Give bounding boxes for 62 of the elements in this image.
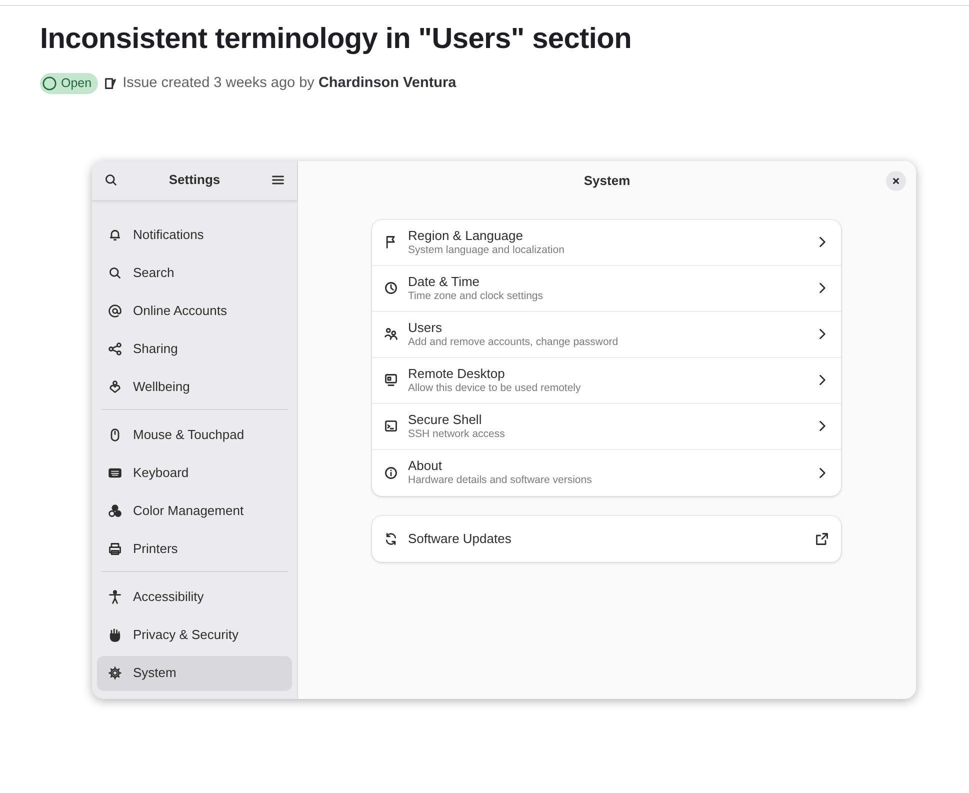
sidebar-item[interactable]: Notifications: [97, 218, 292, 253]
row-title: About: [408, 458, 443, 474]
close-button[interactable]: [886, 170, 906, 191]
search-icon: [108, 266, 122, 280]
row-title: Users: [408, 320, 443, 336]
sidebar-item[interactable]: Online Accounts: [97, 294, 292, 329]
row-subtitle: Time zone and clock settings: [408, 290, 544, 302]
at-sign-icon: [108, 304, 122, 318]
mouse-icon: [108, 428, 122, 442]
settings-row[interactable]: Software Updates: [372, 516, 841, 562]
row-title: Remote Desktop: [408, 366, 506, 382]
settings-row[interactable]: Date & Time Time zone and clock settings: [372, 266, 841, 312]
sidebar-item[interactable]: Search: [97, 256, 292, 291]
users-icon: [384, 327, 398, 342]
row-subtitle: Add and remove accounts, change password: [408, 336, 620, 348]
person-heart-icon: [108, 380, 122, 394]
sidebar-title: Settings: [168, 171, 220, 190]
sidebar-item[interactable]: Color Management: [97, 494, 292, 529]
external-link-icon: [815, 532, 829, 546]
row-subtitle: System language and localization: [408, 244, 566, 256]
status-badge: Open: [40, 73, 98, 94]
keyboard-icon: [108, 466, 122, 480]
settings-row[interactable]: Remote Desktop Allow this device to be used remotely: [372, 358, 841, 404]
sidebar-item[interactable]: System: [97, 656, 292, 691]
settings-row[interactable]: Region & Language System language and localization: [372, 220, 841, 266]
sidebar-item[interactable]: Keyboard: [97, 456, 292, 491]
settings-row[interactable]: Secure Shell SSH network access: [372, 404, 841, 450]
issue-title: Inconsistent terminology in "Users" section: [40, 22, 632, 57]
search-icon: [104, 172, 118, 187]
clock-icon: [384, 281, 398, 296]
sidebar-item[interactable]: Printers: [97, 532, 292, 567]
sidebar-item[interactable]: Sharing: [97, 332, 292, 367]
sidebar-item[interactable]: Privacy & Security: [97, 618, 292, 653]
sidebar-item[interactable]: Accessibility: [97, 580, 292, 615]
circles-icon: [108, 504, 122, 518]
close-icon: [891, 176, 901, 186]
monitor-icon: [384, 373, 398, 388]
flag-icon: [384, 235, 398, 250]
author-link[interactable]: Chardinson Ventura: [318, 72, 456, 95]
accessibility-icon: [108, 590, 122, 604]
row-subtitle: Allow this device to be used remotely: [408, 382, 582, 394]
share-icon: [108, 342, 122, 356]
terminal-icon: [384, 419, 398, 434]
gear-icon: [108, 666, 122, 680]
sidebar-item[interactable]: Wellbeing: [97, 370, 292, 405]
row-title: Secure Shell: [408, 412, 483, 428]
row-title: Date & Time: [408, 274, 481, 290]
row-title: Region & Language: [408, 228, 524, 244]
settings-row[interactable]: About Hardware details and software versions: [372, 450, 841, 496]
page-title: System: [584, 172, 630, 190]
bell-icon: [108, 228, 122, 242]
row-subtitle: SSH network access: [408, 428, 506, 440]
info-icon: [384, 466, 398, 480]
sidebar-item[interactable]: Mouse & Touchpad: [97, 418, 292, 453]
printer-icon: [108, 542, 122, 556]
refresh-icon: [384, 532, 398, 546]
row-subtitle: Hardware details and software versions: [408, 474, 593, 487]
issue-icon: [102, 76, 118, 92]
settings-row[interactable]: Users Add and remove accounts, change password: [372, 312, 841, 358]
hand-icon: [108, 628, 122, 642]
row-title: Software Updates: [408, 530, 512, 546]
issue-meta: Issue created 3 weeks ago by: [122, 74, 314, 93]
